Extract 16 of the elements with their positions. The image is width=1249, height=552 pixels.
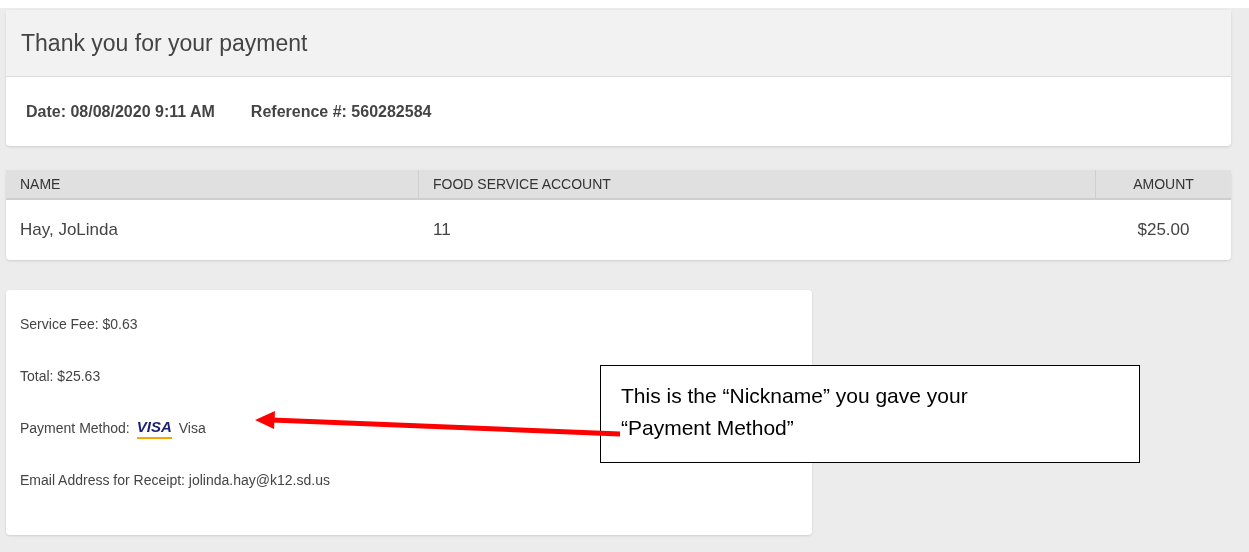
payment-method-label: Payment Method: <box>20 419 130 438</box>
column-header: NAME <box>6 170 419 198</box>
column-header: AMOUNT <box>1132 174 1195 194</box>
column-header: FOOD SERVICE ACCOUNT <box>419 170 1096 198</box>
total-text: Total: $25.63 <box>20 367 102 386</box>
email-text: Email Address for Receipt: jolinda.hay@k12.sd.us <box>20 471 331 490</box>
callout-text: This is the “Nickname” you gave your “Payment Method” <box>600 365 1140 463</box>
date-text: Date: 08/08/2020 9:11 AM <box>26 101 215 122</box>
page-title: Thank you for your payment <box>21 28 308 58</box>
table-cell-text: $25.00 <box>1136 219 1191 242</box>
payment-nickname: Visa <box>178 419 206 438</box>
table-cell-text: 11 <box>432 219 452 242</box>
service-fee-text: Service Fee: $0.63 <box>20 315 139 334</box>
table-cell-text: Hay, JoLinda <box>19 219 119 242</box>
reference-text: Reference #: 560282584 <box>250 101 432 122</box>
visa-logo: VISA <box>136 418 172 439</box>
